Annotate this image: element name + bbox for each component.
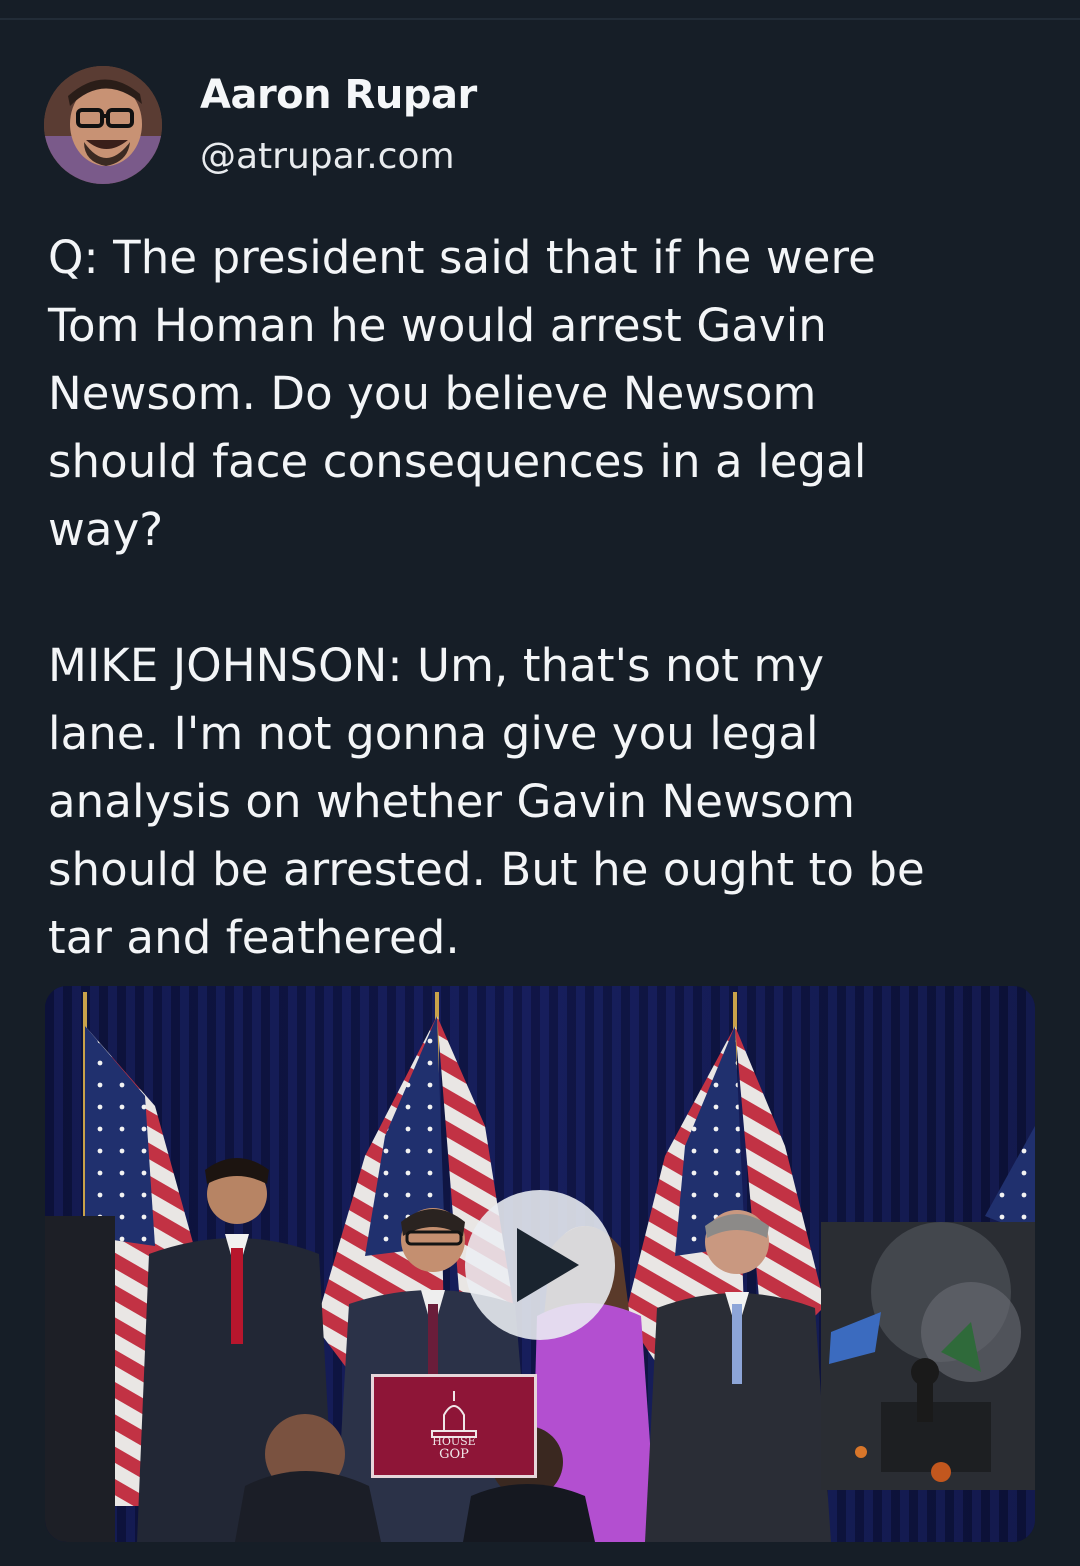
video-player[interactable]: HOUSE GOP: [45, 986, 1035, 1542]
avatar[interactable]: [44, 66, 162, 184]
capitol-dome-icon: [431, 1391, 477, 1438]
inset-photo: [821, 1222, 1035, 1490]
author-name[interactable]: Aaron Rupar: [200, 72, 477, 118]
podium-sign: HOUSE GOP: [371, 1374, 537, 1478]
play-icon: [517, 1228, 579, 1302]
post-card: Aaron Rupar @atrupar.com Q: The presiden…: [0, 20, 1080, 1566]
podium-line-2: GOP: [439, 1447, 469, 1462]
post-text: Q: The president said that if he were To…: [48, 231, 925, 964]
play-button[interactable]: [465, 1190, 615, 1340]
podium-logo-text: HOUSE GOP: [374, 1435, 534, 1461]
inset-photo-image: [821, 1222, 1035, 1490]
author-handle[interactable]: @atrupar.com: [200, 136, 455, 177]
avatar-image: [44, 66, 162, 184]
